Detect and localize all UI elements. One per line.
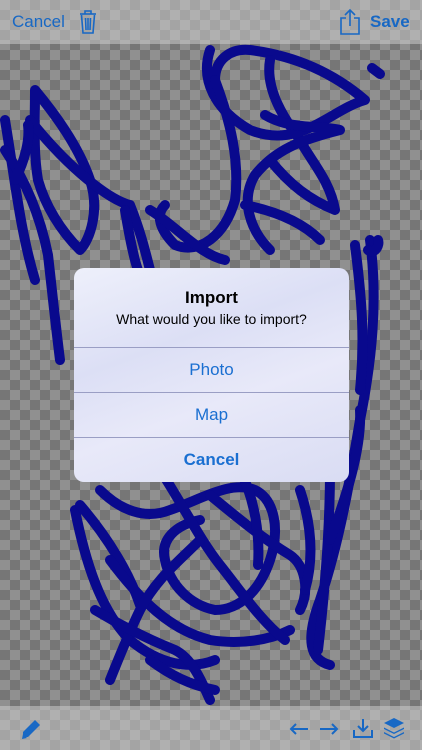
alert-message: What would you like to import?	[116, 311, 307, 327]
map-button[interactable]: Map	[74, 392, 349, 437]
import-alert: Import What would you like to import? Ph…	[74, 268, 349, 482]
alert-title: Import	[185, 288, 238, 307]
alert-cancel-button[interactable]: Cancel	[74, 437, 349, 482]
photo-button[interactable]: Photo	[74, 347, 349, 392]
